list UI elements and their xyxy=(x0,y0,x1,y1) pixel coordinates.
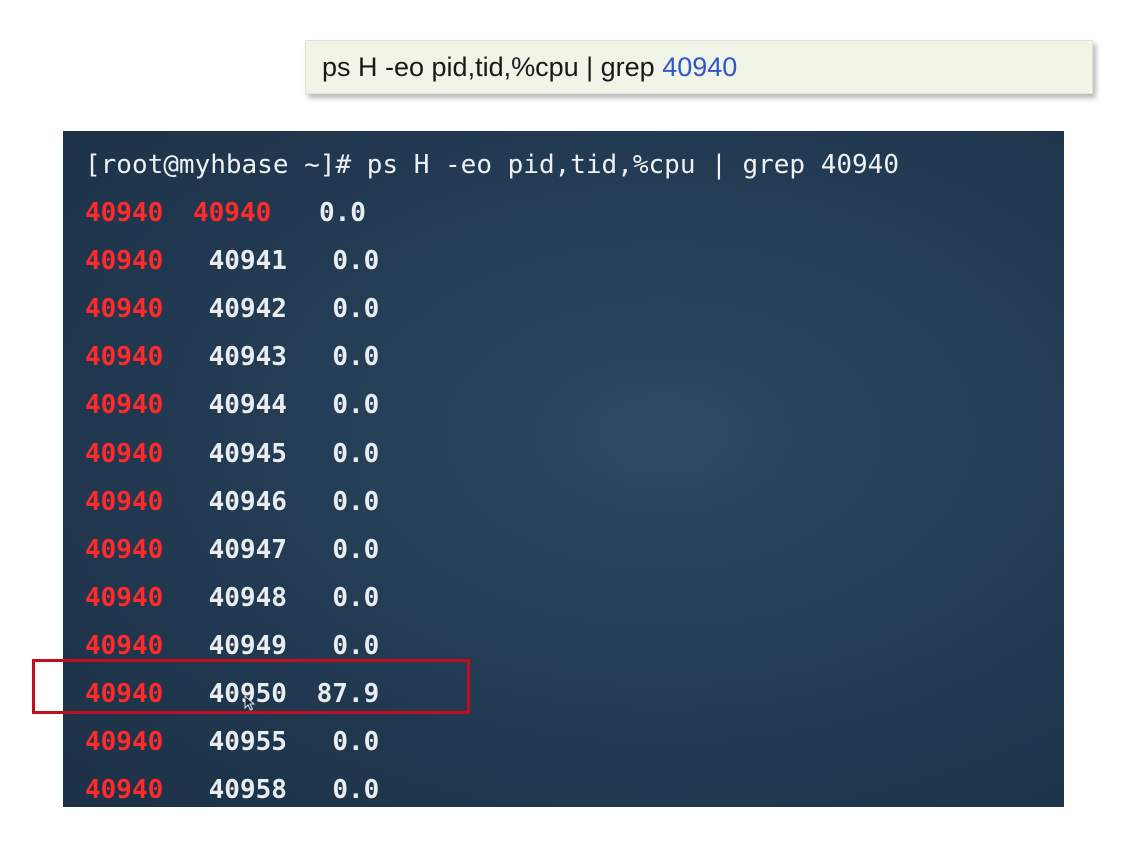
pid-cell: 40940 xyxy=(85,342,164,373)
table-row: 40940 40945 0.0 xyxy=(85,430,1064,478)
tid-cell: 40958 xyxy=(208,775,287,806)
table-row: 40940 40940 0.0 xyxy=(85,189,1064,237)
tid-cell: 40945 xyxy=(208,438,287,469)
table-row: 40940 40941 0.0 xyxy=(85,237,1064,285)
cpu-cell: 0.0 xyxy=(332,775,380,806)
pid-cell: 40940 xyxy=(85,198,164,229)
pid-cell: 40940 xyxy=(85,294,164,325)
cpu-cell: 0.0 xyxy=(332,438,380,469)
cpu-cell: 0.0 xyxy=(332,486,380,517)
mouse-pointer-icon xyxy=(244,695,256,711)
tid-cell: 40946 xyxy=(208,486,287,517)
table-row: 40940 40943 0.0 xyxy=(85,333,1064,381)
pid-cell: 40940 xyxy=(85,775,164,806)
command-callout: ps H -eo pid,tid,%cpu | grep 40940 xyxy=(305,40,1093,94)
cpu-cell: 0.0 xyxy=(319,198,366,229)
table-row: 40940 40947 0.0 xyxy=(85,526,1064,574)
cpu-cell: 0.0 xyxy=(332,246,380,277)
cpu-cell: 0.0 xyxy=(332,727,380,758)
table-row: 40940 40955 0.0 xyxy=(85,718,1064,766)
pid-cell: 40940 xyxy=(85,438,164,469)
cpu-cell: 0.0 xyxy=(332,294,380,325)
terminal-prompt: [root@myhbase ~]# ps H -eo pid,tid,%cpu … xyxy=(85,150,899,180)
tid-cell: 40948 xyxy=(208,582,287,613)
pid-cell: 40940 xyxy=(85,486,164,517)
cpu-cell: 0.0 xyxy=(332,342,380,373)
tid-cell: 40941 xyxy=(208,246,287,277)
table-row: 40940 40942 0.0 xyxy=(85,285,1064,333)
tid-cell: 40947 xyxy=(208,534,287,565)
tid-cell: 40940 xyxy=(193,198,272,229)
cpu-cell: 0.0 xyxy=(332,534,380,565)
table-row: 40940 40946 0.0 xyxy=(85,478,1064,526)
tid-cell: 40943 xyxy=(208,342,287,373)
pid-cell: 40940 xyxy=(85,582,164,613)
tid-cell: 40955 xyxy=(208,727,287,758)
command-highlight-pid: 40940 xyxy=(662,51,738,82)
tid-cell: 40944 xyxy=(208,390,287,421)
table-row: 40940 40958 0.0 xyxy=(85,766,1064,814)
pid-cell: 40940 xyxy=(85,246,164,277)
tid-cell: 40942 xyxy=(208,294,287,325)
cpu-cell: 0.0 xyxy=(332,390,380,421)
pid-cell: 40940 xyxy=(85,727,164,758)
table-row: 40940 40944 0.0 xyxy=(85,381,1064,429)
command-text: ps H -eo pid,tid,%cpu | grep xyxy=(322,51,663,82)
table-row: 40940 40948 0.0 xyxy=(85,574,1064,622)
pid-cell: 40940 xyxy=(85,534,164,565)
cpu-cell: 0.0 xyxy=(332,582,380,613)
pid-cell: 40940 xyxy=(85,390,164,421)
